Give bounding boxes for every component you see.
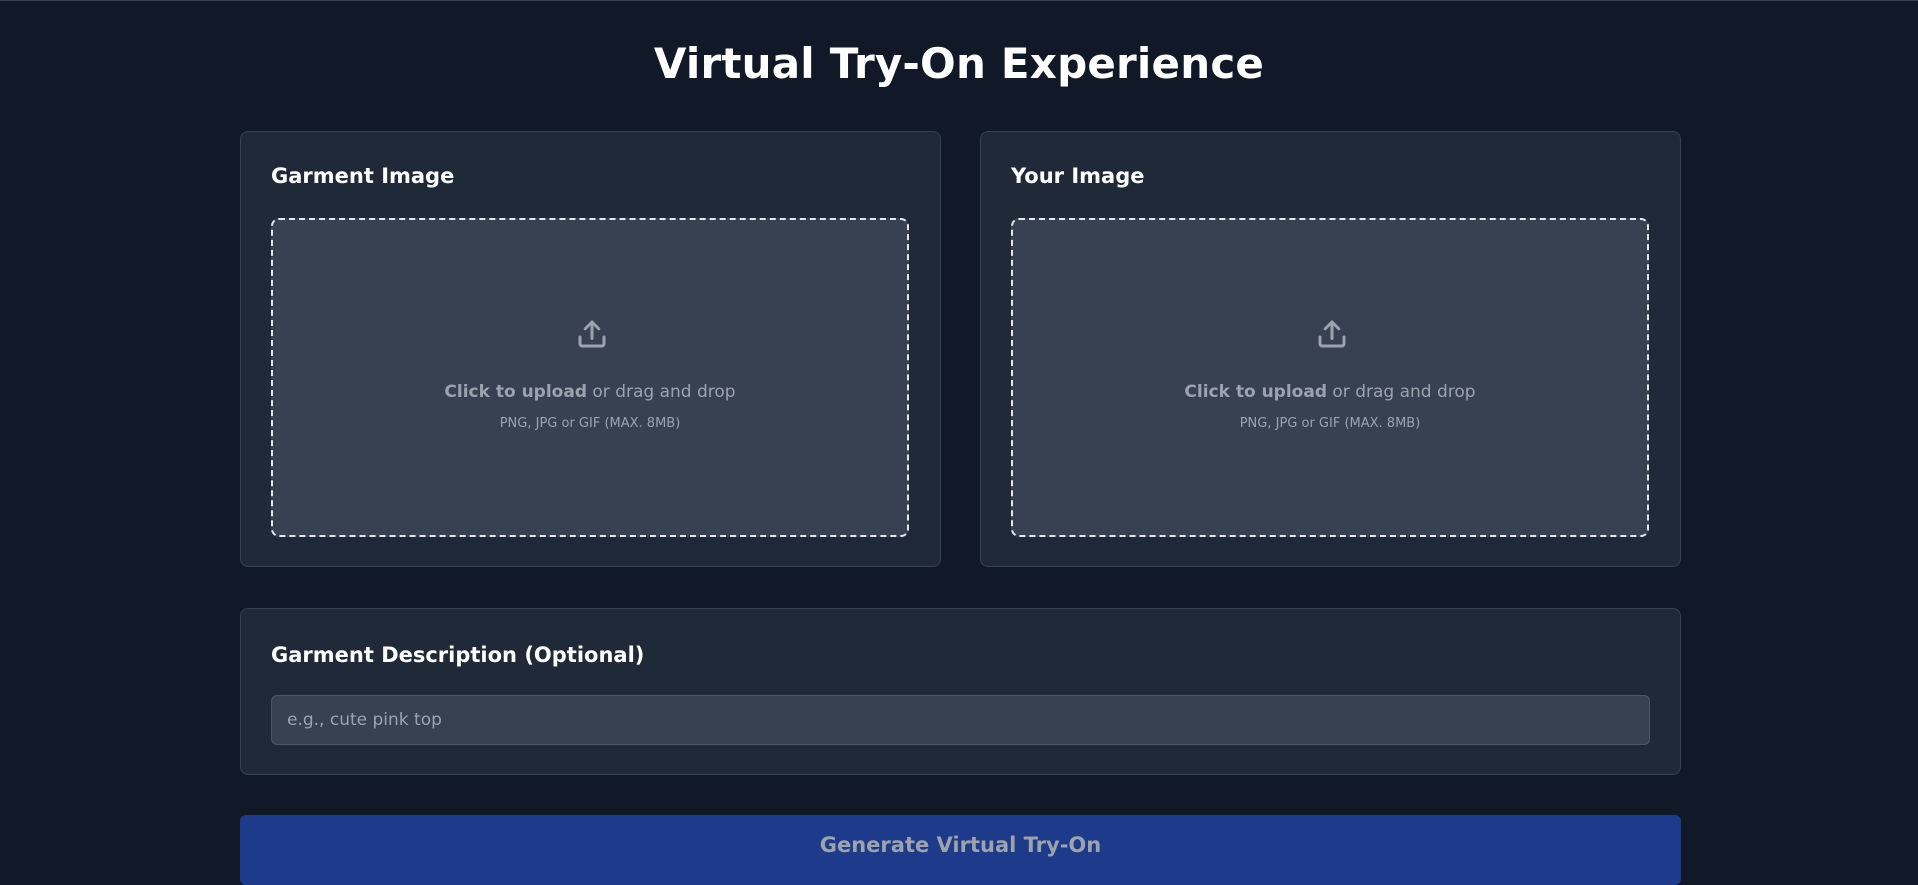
drag-and-drop-text: or drag and drop	[587, 382, 736, 402]
your-image-card: Your Image Click to upload or drag and d…	[980, 131, 1681, 567]
upload-file-hint: PNG, JPG or GIF (MAX. 8MB)	[499, 416, 681, 431]
garment-image-dropzone[interactable]: Click to upload or drag and drop PNG, JP…	[271, 218, 909, 537]
upload-file-hint: PNG, JPG or GIF (MAX. 8MB)	[1239, 416, 1421, 431]
top-divider	[0, 0, 1918, 1]
page-title: Virtual Try-On Experience	[653, 39, 1265, 88]
your-image-title: Your Image	[1011, 164, 1145, 188]
garment-image-card: Garment Image Click to upload or drag an…	[240, 131, 941, 567]
click-to-upload-text[interactable]: Click to upload	[444, 382, 587, 402]
garment-description-card: Garment Description (Optional)	[240, 608, 1681, 775]
generate-try-on-button[interactable]: Generate Virtual Try-On	[240, 815, 1681, 885]
drag-and-drop-text: or drag and drop	[1327, 382, 1476, 402]
upload-icon	[574, 316, 610, 352]
upload-icon	[1314, 316, 1350, 352]
garment-description-input[interactable]	[271, 695, 1650, 745]
upload-instruction: Click to upload or drag and drop	[1013, 380, 1647, 404]
upload-instruction: Click to upload or drag and drop	[273, 380, 907, 404]
garment-description-title: Garment Description (Optional)	[271, 643, 645, 667]
your-image-dropzone[interactable]: Click to upload or drag and drop PNG, JP…	[1011, 218, 1649, 537]
garment-image-title: Garment Image	[271, 164, 455, 188]
click-to-upload-text[interactable]: Click to upload	[1184, 382, 1327, 402]
